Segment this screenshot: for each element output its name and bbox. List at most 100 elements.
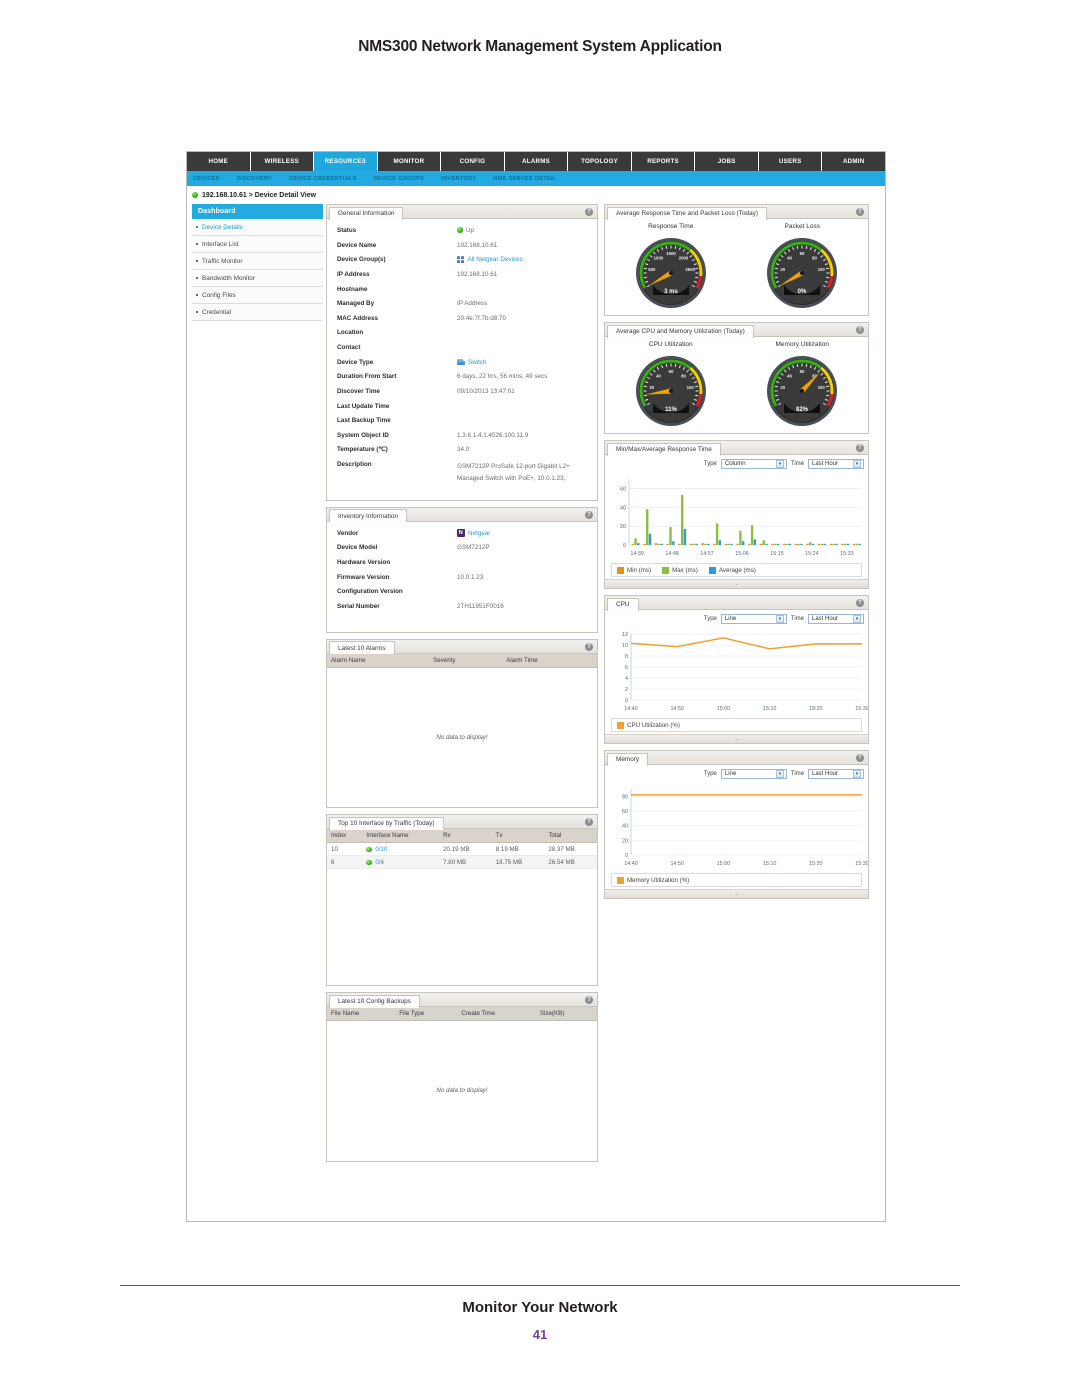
subnav-item-nms-server-detail[interactable]: NMS SERVER DETAIL: [493, 176, 556, 182]
general-information-panel: General Information ? Status Up Device Nam…: [326, 204, 598, 501]
nav-tab-alarms[interactable]: ALARMS: [504, 152, 569, 171]
svg-text:15:20: 15:20: [809, 861, 823, 867]
subnav-item-inventory[interactable]: INVENTORY: [441, 176, 476, 182]
help-icon[interactable]: ?: [585, 996, 593, 1005]
nav-tab-monitor[interactable]: MONITOR: [377, 152, 442, 171]
column-header[interactable]: Total: [544, 829, 597, 844]
help-icon[interactable]: ?: [585, 510, 593, 519]
sidebar-item-bandwidth-monitor[interactable]: Bandwidth Monitor: [192, 270, 323, 287]
nav-tab-topology[interactable]: TOPOLOGY: [568, 152, 632, 171]
column-header[interactable]: Size(KB): [535, 1007, 597, 1022]
sidebar-item-config-files[interactable]: Config Files: [192, 287, 323, 304]
sidebar-item-device-details[interactable]: Device Details: [192, 219, 323, 236]
info-row: Contact: [337, 344, 587, 351]
sidebar-item-credential[interactable]: Credential: [192, 304, 323, 321]
help-icon[interactable]: ?: [585, 642, 593, 651]
column-header[interactable]: File Type: [395, 1007, 458, 1022]
svg-text:14:57: 14:57: [700, 551, 714, 557]
nav-tab-resources[interactable]: RESOURCES: [314, 152, 378, 171]
nav-tab-home[interactable]: HOME: [187, 152, 251, 171]
svg-text:8: 8: [625, 654, 628, 660]
svg-text:100: 100: [818, 267, 826, 272]
chart-legend: Min (ms) Max (ms) Average (ms): [611, 563, 862, 577]
nav-tab-reports[interactable]: REPORTS: [631, 152, 696, 171]
column-header[interactable]: Index: [327, 829, 363, 844]
info-row-value-text: 2TH11951F0016: [457, 602, 504, 610]
panel-title: Min/Max/Average Response Time: [607, 442, 721, 456]
help-icon[interactable]: ?: [856, 326, 864, 334]
subnav-item-devices[interactable]: DEVICES: [193, 176, 220, 182]
svg-text:12: 12: [622, 632, 628, 638]
table-row[interactable]: 6 0/6 7.80 MB 18.75 MB 26.54 MB: [327, 855, 597, 870]
help-icon[interactable]: ?: [856, 208, 864, 216]
nav-tab-wireless[interactable]: WIRELESS: [250, 152, 315, 171]
column-header[interactable]: Alarm Name: [327, 653, 430, 668]
nav-tab-config[interactable]: CONFIG: [441, 152, 505, 171]
chart-type-select[interactable]: Line ▾: [720, 769, 787, 779]
info-row-label: Last Update Time: [337, 402, 390, 410]
column-header[interactable]: Alarm Time: [502, 653, 597, 668]
general-information-body: Status Up Device Name 192.168.10.61 Device G…: [327, 219, 597, 500]
chart-type-select[interactable]: Line ▾: [720, 614, 787, 624]
svg-text:100: 100: [818, 385, 826, 390]
legend-entry[interactable]: Min (ms): [617, 566, 651, 574]
chart-time-select[interactable]: Last Hour ▾: [808, 459, 864, 469]
legend-swatch: [617, 876, 624, 884]
nav-tab-admin[interactable]: ADMIN: [822, 152, 885, 171]
help-icon[interactable]: ?: [585, 818, 593, 827]
info-row: Device Type Switch: [337, 357, 587, 366]
info-row-label: Device Group(s): [337, 256, 386, 264]
interface-name-link[interactable]: 0/6: [375, 859, 384, 866]
column-header[interactable]: Interface Name: [362, 829, 440, 844]
info-row-value: All Netgear Devices: [457, 255, 523, 263]
info-row-value: GSM7212P: [457, 544, 490, 551]
info-row-label: Configuration Version: [337, 588, 403, 596]
column-header[interactable]: Tx: [491, 829, 545, 844]
subnav-item-device-groups[interactable]: DEVICE GROUPS: [374, 176, 425, 182]
chart-type-select[interactable]: Column ▾: [720, 459, 787, 469]
gauge-row: Response Time 500 1000 1500 2000 2500 3 ms Pa…: [605, 219, 868, 315]
legend-entry[interactable]: Average (ms): [708, 566, 756, 574]
left-column: General Information ? Status Up Device Nam…: [323, 204, 601, 1221]
help-icon[interactable]: ?: [585, 208, 593, 216]
panel-collapse-handle[interactable]: ⌄: [605, 579, 868, 588]
info-row: Vendor N Netgear: [337, 529, 587, 537]
nav-tab-jobs[interactable]: JOBS: [695, 152, 759, 171]
info-row: Duration From Start 6 days, 22 hrs, 56 mi…: [337, 373, 587, 380]
help-icon[interactable]: ?: [856, 754, 864, 762]
column-header[interactable]: File Name: [327, 1007, 396, 1022]
svg-text:14:40: 14:40: [624, 861, 638, 867]
column-header[interactable]: Severity: [429, 653, 503, 668]
table-row[interactable]: 10 0/10 20.19 MB 8.19 MB 28.37 MB: [327, 842, 597, 857]
cell-rx: 7.80 MB: [439, 855, 492, 870]
subnav-item-discovery[interactable]: DISCOVERY: [237, 176, 272, 182]
info-row-label: Contact: [337, 344, 361, 351]
interface-name-link[interactable]: 0/10: [375, 846, 387, 853]
legend-entry[interactable]: Memory Utilization (%): [617, 876, 689, 884]
netgear-vendor-icon: N: [457, 529, 465, 537]
legend-entry[interactable]: Max (ms): [662, 566, 698, 574]
column-header[interactable]: Create Time: [457, 1007, 536, 1022]
info-row: Configuration Version: [337, 588, 587, 595]
subnav-item-device-credentials[interactable]: DEVICE CREDENTIALS: [289, 176, 357, 182]
sidebar-item-traffic-monitor[interactable]: Traffic Monitor: [192, 253, 323, 270]
legend-entry[interactable]: CPU Utilization (%): [617, 721, 680, 729]
help-icon[interactable]: ?: [856, 599, 864, 607]
info-row-label: Temperature (℃): [337, 446, 388, 454]
help-icon[interactable]: ?: [856, 444, 864, 452]
inventory-information-body: Vendor N Netgear Device Model GSM7212P Hardwa…: [327, 522, 597, 632]
empty-state-text: No data to display!: [436, 1087, 488, 1095]
chart-time-select[interactable]: Last Hour ▾: [808, 614, 864, 624]
info-row: Hardware Version: [337, 559, 587, 566]
legend-swatch: [708, 566, 716, 574]
column-header[interactable]: Rx: [439, 829, 492, 844]
panel-collapse-handle[interactable]: ⌄: [605, 889, 868, 898]
nav-tab-users[interactable]: USERS: [758, 152, 823, 171]
panel-collapse-handle[interactable]: ⌄: [605, 734, 868, 743]
info-row: Temperature (℃) 34.0: [337, 446, 587, 453]
sidebar-item-interface-list[interactable]: Interface List: [192, 236, 323, 253]
info-row-value: 6 days, 22 hrs, 56 mins, 49 secs: [457, 373, 547, 380]
chart-time-select[interactable]: Last Hour ▾: [808, 769, 864, 779]
svg-text:500: 500: [648, 267, 656, 272]
table-empty-space: [327, 869, 597, 985]
